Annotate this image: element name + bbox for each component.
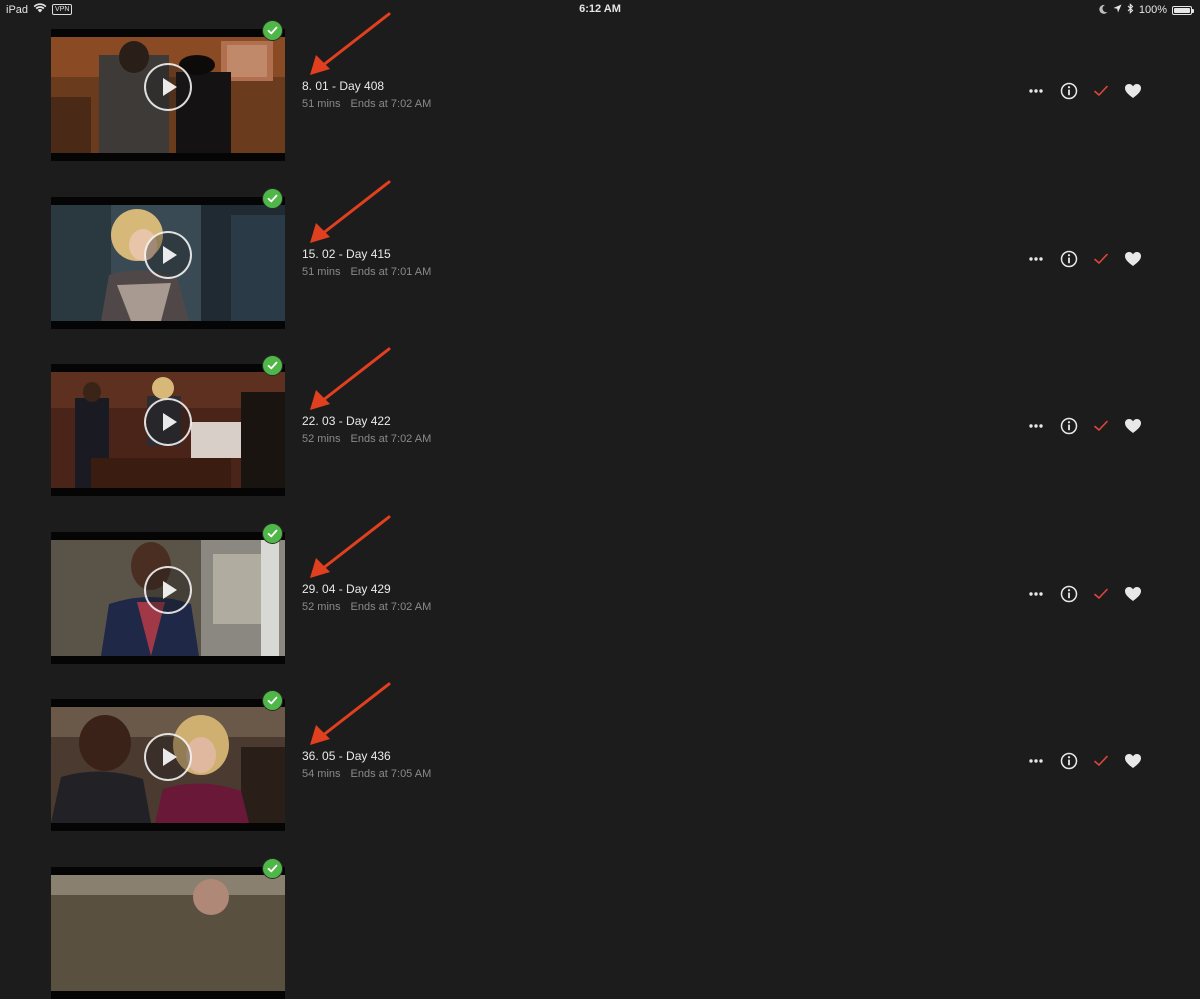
annotation-arrow-icon: [310, 682, 391, 745]
heart-icon[interactable]: [1123, 81, 1143, 101]
episode-duration: 52 mins: [302, 601, 341, 613]
info-icon[interactable]: [1059, 416, 1079, 436]
episode-duration: 51 mins: [302, 266, 341, 278]
thumbnail-image: [51, 875, 285, 991]
checkmark-icon[interactable]: [1091, 416, 1111, 436]
watched-badge-icon: [262, 690, 283, 711]
play-icon[interactable]: [144, 733, 192, 781]
watched-badge-icon: [262, 858, 283, 879]
episode-thumbnail[interactable]: [51, 197, 285, 329]
annotation-arrow-icon: [310, 515, 391, 578]
episode-end-time: Ends at 7:01 AM: [350, 266, 432, 278]
more-dots-icon[interactable]: [1026, 416, 1046, 436]
episode-meta: 52 mins Ends at 7:02 AM: [302, 433, 431, 445]
location-icon: [1113, 4, 1122, 16]
status-bar: iPad VPN 6:12 AM 100%: [0, 0, 1200, 20]
episode-thumbnail[interactable]: [51, 364, 285, 496]
watched-badge-icon: [262, 188, 283, 209]
episode-actions: [1026, 416, 1146, 436]
play-icon[interactable]: [144, 63, 192, 111]
episode-end-time: Ends at 7:02 AM: [350, 433, 432, 445]
episode-title[interactable]: 36. 05 - Day 436: [302, 749, 391, 763]
vpn-badge: VPN: [52, 4, 73, 15]
watched-badge-icon: [262, 355, 283, 376]
status-bar-left: iPad VPN: [6, 3, 73, 16]
episode-row-2[interactable]: 15. 02 - Day 415 51 mins Ends at 7:01 AM: [0, 180, 1200, 337]
info-icon[interactable]: [1059, 751, 1079, 771]
checkmark-icon[interactable]: [1091, 584, 1111, 604]
episode-actions: [1026, 751, 1146, 771]
info-icon[interactable]: [1059, 249, 1079, 269]
episode-actions: [1026, 584, 1146, 604]
episode-meta: 54 mins Ends at 7:05 AM: [302, 768, 431, 780]
bluetooth-icon: [1127, 3, 1134, 17]
episode-duration: 52 mins: [302, 433, 341, 445]
episode-row-4[interactable]: 29. 04 - Day 429 52 mins Ends at 7:02 AM: [0, 515, 1200, 672]
episode-row-3[interactable]: 22. 03 - Day 422 52 mins Ends at 7:02 AM: [0, 347, 1200, 504]
episode-end-time: Ends at 7:02 AM: [350, 98, 432, 110]
wifi-icon: [33, 3, 47, 16]
more-dots-icon[interactable]: [1026, 81, 1046, 101]
annotation-arrow-icon: [310, 347, 391, 410]
play-icon[interactable]: [144, 566, 192, 614]
episode-thumbnail[interactable]: [51, 867, 285, 999]
heart-icon[interactable]: [1123, 584, 1143, 604]
moon-icon: [1099, 4, 1108, 17]
episode-actions: [1026, 81, 1146, 101]
watched-badge-icon: [262, 20, 283, 41]
checkmark-icon[interactable]: [1091, 249, 1111, 269]
status-time: 6:12 AM: [579, 3, 621, 15]
episode-row-5[interactable]: 36. 05 - Day 436 54 mins Ends at 7:05 AM: [0, 682, 1200, 839]
play-icon[interactable]: [144, 231, 192, 279]
info-icon[interactable]: [1059, 584, 1079, 604]
episode-meta: 52 mins Ends at 7:02 AM: [302, 601, 431, 613]
episode-duration: 51 mins: [302, 98, 341, 110]
battery-level-fill: [1174, 7, 1190, 13]
annotation-arrow-icon: [310, 12, 391, 75]
episode-thumbnail[interactable]: [51, 532, 285, 664]
episode-meta: 51 mins Ends at 7:02 AM: [302, 98, 431, 110]
info-icon[interactable]: [1059, 81, 1079, 101]
episode-title[interactable]: 29. 04 - Day 429: [302, 582, 391, 596]
episode-meta: 51 mins Ends at 7:01 AM: [302, 266, 431, 278]
battery-percent: 100%: [1138, 4, 1167, 16]
episode-title[interactable]: 15. 02 - Day 415: [302, 247, 391, 261]
annotation-arrow-icon: [310, 180, 391, 243]
episode-duration: 54 mins: [302, 768, 341, 780]
episode-title[interactable]: 22. 03 - Day 422: [302, 414, 391, 428]
more-dots-icon[interactable]: [1026, 584, 1046, 604]
watched-badge-icon: [262, 523, 283, 544]
episode-row-1[interactable]: 8. 01 - Day 408 51 mins Ends at 7:02 AM: [0, 12, 1200, 169]
heart-icon[interactable]: [1123, 249, 1143, 269]
device-name: iPad: [6, 3, 29, 16]
episode-row-6[interactable]: [0, 858, 1200, 999]
status-bar-right: 100%: [1099, 3, 1194, 17]
episode-end-time: Ends at 7:05 AM: [350, 768, 432, 780]
play-icon[interactable]: [144, 398, 192, 446]
episode-end-time: Ends at 7:02 AM: [350, 601, 432, 613]
checkmark-icon[interactable]: [1091, 81, 1111, 101]
more-dots-icon[interactable]: [1026, 751, 1046, 771]
battery-icon: [1172, 5, 1194, 15]
heart-icon[interactable]: [1123, 416, 1143, 436]
heart-icon[interactable]: [1123, 751, 1143, 771]
episode-thumbnail[interactable]: [51, 699, 285, 831]
episode-thumbnail[interactable]: [51, 29, 285, 161]
more-dots-icon[interactable]: [1026, 249, 1046, 269]
episode-actions: [1026, 249, 1146, 269]
episode-title[interactable]: 8. 01 - Day 408: [302, 79, 384, 93]
checkmark-icon[interactable]: [1091, 751, 1111, 771]
